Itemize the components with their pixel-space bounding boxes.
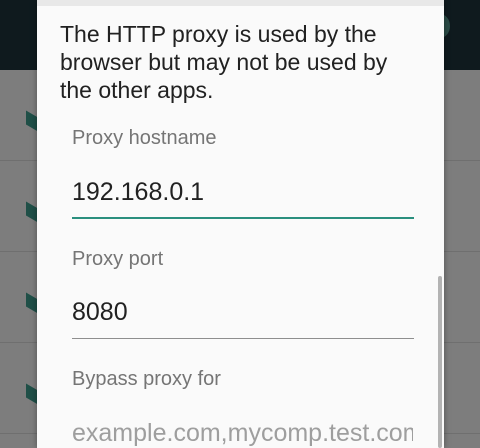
dialog-message: The HTTP proxy is used by the browser bu… [60,21,388,103]
proxy-port-input[interactable] [72,292,413,332]
bypass-proxy-input[interactable] [72,413,413,448]
dialog-scrollbar[interactable] [438,276,442,448]
proxy-hostname-input[interactable] [72,172,413,212]
proxy-port-underline [72,338,414,339]
proxy-hostname-label: Proxy hostname [72,127,217,149]
proxy-settings-dialog: The HTTP proxy is used by the browser bu… [37,0,444,448]
proxy-hostname-underline [72,217,414,219]
proxy-port-label: Proxy port [72,248,164,270]
dialog-top-edge [37,0,444,6]
bypass-proxy-label: Bypass proxy for [72,368,221,390]
